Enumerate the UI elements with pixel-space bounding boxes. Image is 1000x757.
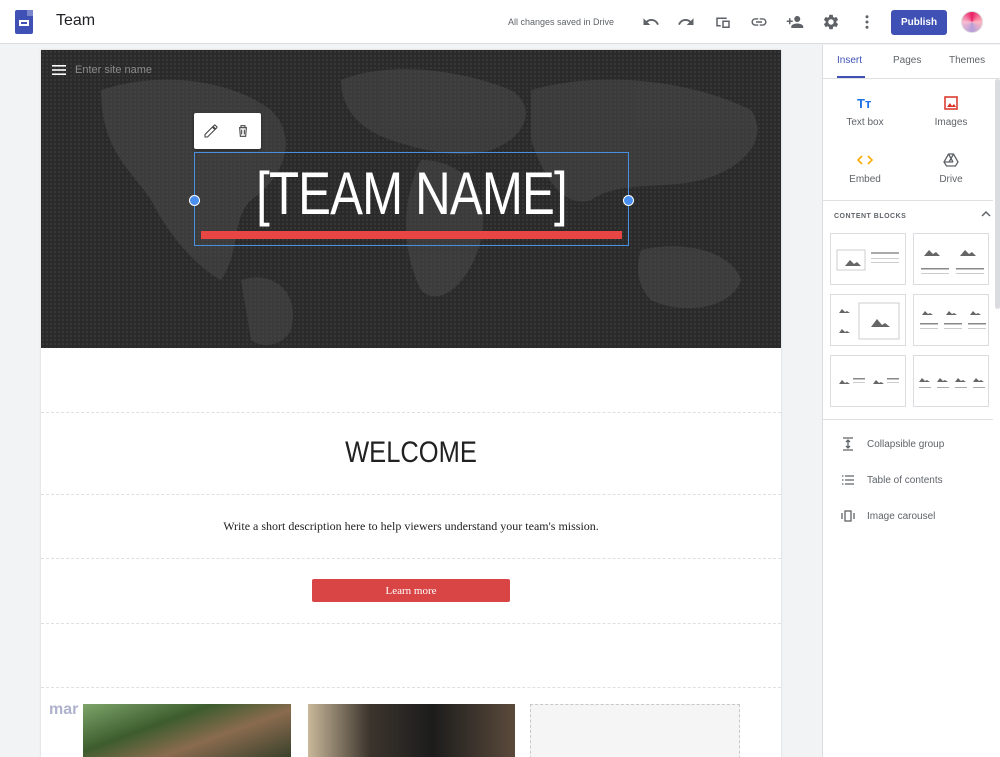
sites-logo-icon[interactable] [15, 10, 33, 34]
content-block-1[interactable] [830, 233, 906, 285]
content-block-2[interactable] [913, 233, 989, 285]
team-photo-1[interactable] [83, 704, 291, 757]
insert-table-of-contents[interactable]: Table of contents [841, 470, 943, 490]
link-icon[interactable] [749, 12, 769, 32]
chevron-up-icon[interactable] [981, 209, 991, 219]
section-divider [41, 412, 781, 413]
tab-insert[interactable]: Insert [837, 55, 862, 66]
table-of-contents-label: Table of contents [867, 474, 943, 486]
document-title[interactable]: Team [56, 12, 95, 30]
svg-text:Tт: Tт [857, 96, 871, 111]
learn-more-button[interactable]: Learn more [312, 579, 510, 602]
insert-collapsible-group[interactable]: Collapsible group [841, 434, 944, 454]
title-text-box[interactable]: [TEAM NAME] [189, 152, 634, 246]
content-block-5[interactable] [830, 355, 906, 407]
content-block-4[interactable] [913, 294, 989, 346]
settings-icon[interactable] [821, 12, 841, 32]
team-photo-2[interactable] [308, 704, 515, 757]
embed-label: Embed [849, 174, 881, 185]
collapsible-group-label: Collapsible group [867, 438, 945, 450]
hero-title[interactable]: [TEAM NAME] [234, 159, 589, 228]
add-person-icon[interactable] [785, 12, 805, 32]
save-status: All changes saved in Drive [508, 17, 615, 27]
content-blocks-title: CONTENT BLOCKS [834, 213, 907, 220]
redo-icon[interactable] [676, 12, 696, 32]
text-box-label: Text box [846, 117, 884, 128]
drive-icon [943, 153, 959, 167]
image-placeholder[interactable] [530, 704, 740, 757]
drive-label: Drive [939, 174, 963, 185]
site-canvas: Enter site name [TEAM NAME] WELCOME Writ… [41, 50, 781, 757]
insert-image-carousel[interactable]: Image carousel [841, 506, 935, 526]
edit-popover [194, 113, 261, 149]
resize-handle-right[interactable] [623, 195, 634, 206]
tab-themes[interactable]: Themes [949, 55, 985, 66]
content-block-6[interactable] [913, 355, 989, 407]
resize-handle-left[interactable] [189, 195, 200, 206]
images-label: Images [934, 117, 968, 128]
list-icon [842, 475, 854, 485]
title-underline [201, 231, 622, 239]
welcome-heading[interactable]: WELCOME [97, 436, 726, 470]
content-block-3[interactable] [830, 294, 906, 346]
image-carousel-label: Image carousel [867, 510, 936, 522]
preview-icon[interactable] [713, 12, 733, 32]
section-divider [41, 494, 781, 495]
undo-icon[interactable] [641, 12, 661, 32]
insert-embed[interactable]: Embed [825, 152, 905, 185]
publish-button[interactable]: Publish [891, 10, 947, 35]
section-divider [41, 687, 781, 688]
text-box-icon: Tт [857, 96, 871, 111]
carousel-icon [841, 510, 855, 522]
description-text[interactable]: Write a short description here to help v… [41, 519, 781, 534]
tab-pages[interactable]: Pages [893, 55, 921, 66]
collapsible-icon [843, 437, 853, 451]
panel-scrollbar[interactable] [995, 79, 1000, 309]
trash-icon[interactable] [235, 123, 251, 139]
avatar[interactable] [961, 11, 983, 33]
hero-header[interactable]: Enter site name [TEAM NAME] [41, 50, 781, 348]
insert-images[interactable]: Images [911, 95, 991, 128]
more-icon[interactable] [857, 12, 877, 32]
hamburger-menu-icon[interactable] [52, 64, 66, 76]
section-divider [41, 558, 781, 559]
top-bar: Team All changes saved in Drive Publish [0, 0, 1000, 44]
section-divider [41, 623, 781, 624]
image-icon [944, 96, 958, 110]
site-name-input[interactable]: Enter site name [75, 64, 152, 76]
embed-icon [857, 155, 873, 165]
insert-text-box[interactable]: Tт Text box [825, 95, 905, 128]
insert-drive[interactable]: Drive [911, 152, 991, 185]
watermark-text: mar [49, 701, 79, 718]
insert-panel: Insert Pages Themes Tт Text box Images E… [822, 45, 1000, 757]
pencil-icon[interactable] [203, 123, 219, 139]
